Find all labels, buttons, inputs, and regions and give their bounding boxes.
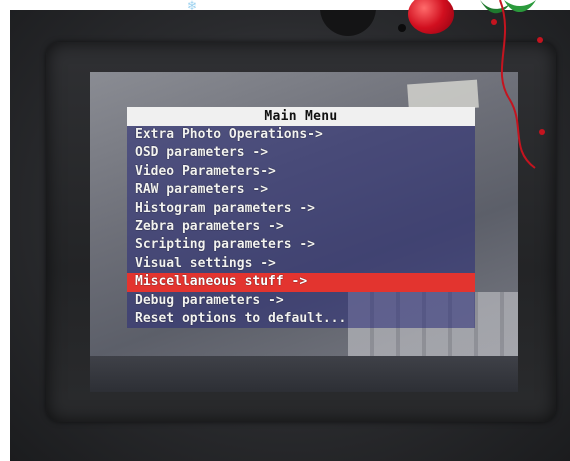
menu-item-osd[interactable]: OSD parameters ->	[127, 144, 475, 162]
main-menu: Main Menu Extra Photo Operations-> OSD p…	[127, 107, 475, 329]
menu-item-raw[interactable]: RAW parameters ->	[127, 181, 475, 199]
camera-top-lens	[320, 10, 376, 36]
menu-title: Main Menu	[127, 107, 475, 126]
menu-item-reset[interactable]: Reset options to default...	[127, 310, 475, 328]
menu-item-zebra[interactable]: Zebra parameters ->	[127, 218, 475, 236]
menu-item-visual[interactable]: Visual settings ->	[127, 255, 475, 273]
snowflake-icon: ❄	[187, 0, 197, 14]
menu-item-histogram[interactable]: Histogram parameters ->	[127, 200, 475, 218]
background-floor	[90, 356, 518, 392]
menu-item-extra-photo[interactable]: Extra Photo Operations->	[127, 126, 475, 144]
menu-item-video[interactable]: Video Parameters->	[127, 163, 475, 181]
menu-item-debug[interactable]: Debug parameters ->	[127, 292, 475, 310]
camera-button	[398, 24, 406, 32]
vine-icon	[491, 0, 545, 169]
menu-item-scripting[interactable]: Scripting parameters ->	[127, 236, 475, 254]
menu-item-miscellaneous[interactable]: Miscellaneous stuff ->	[127, 273, 475, 292]
